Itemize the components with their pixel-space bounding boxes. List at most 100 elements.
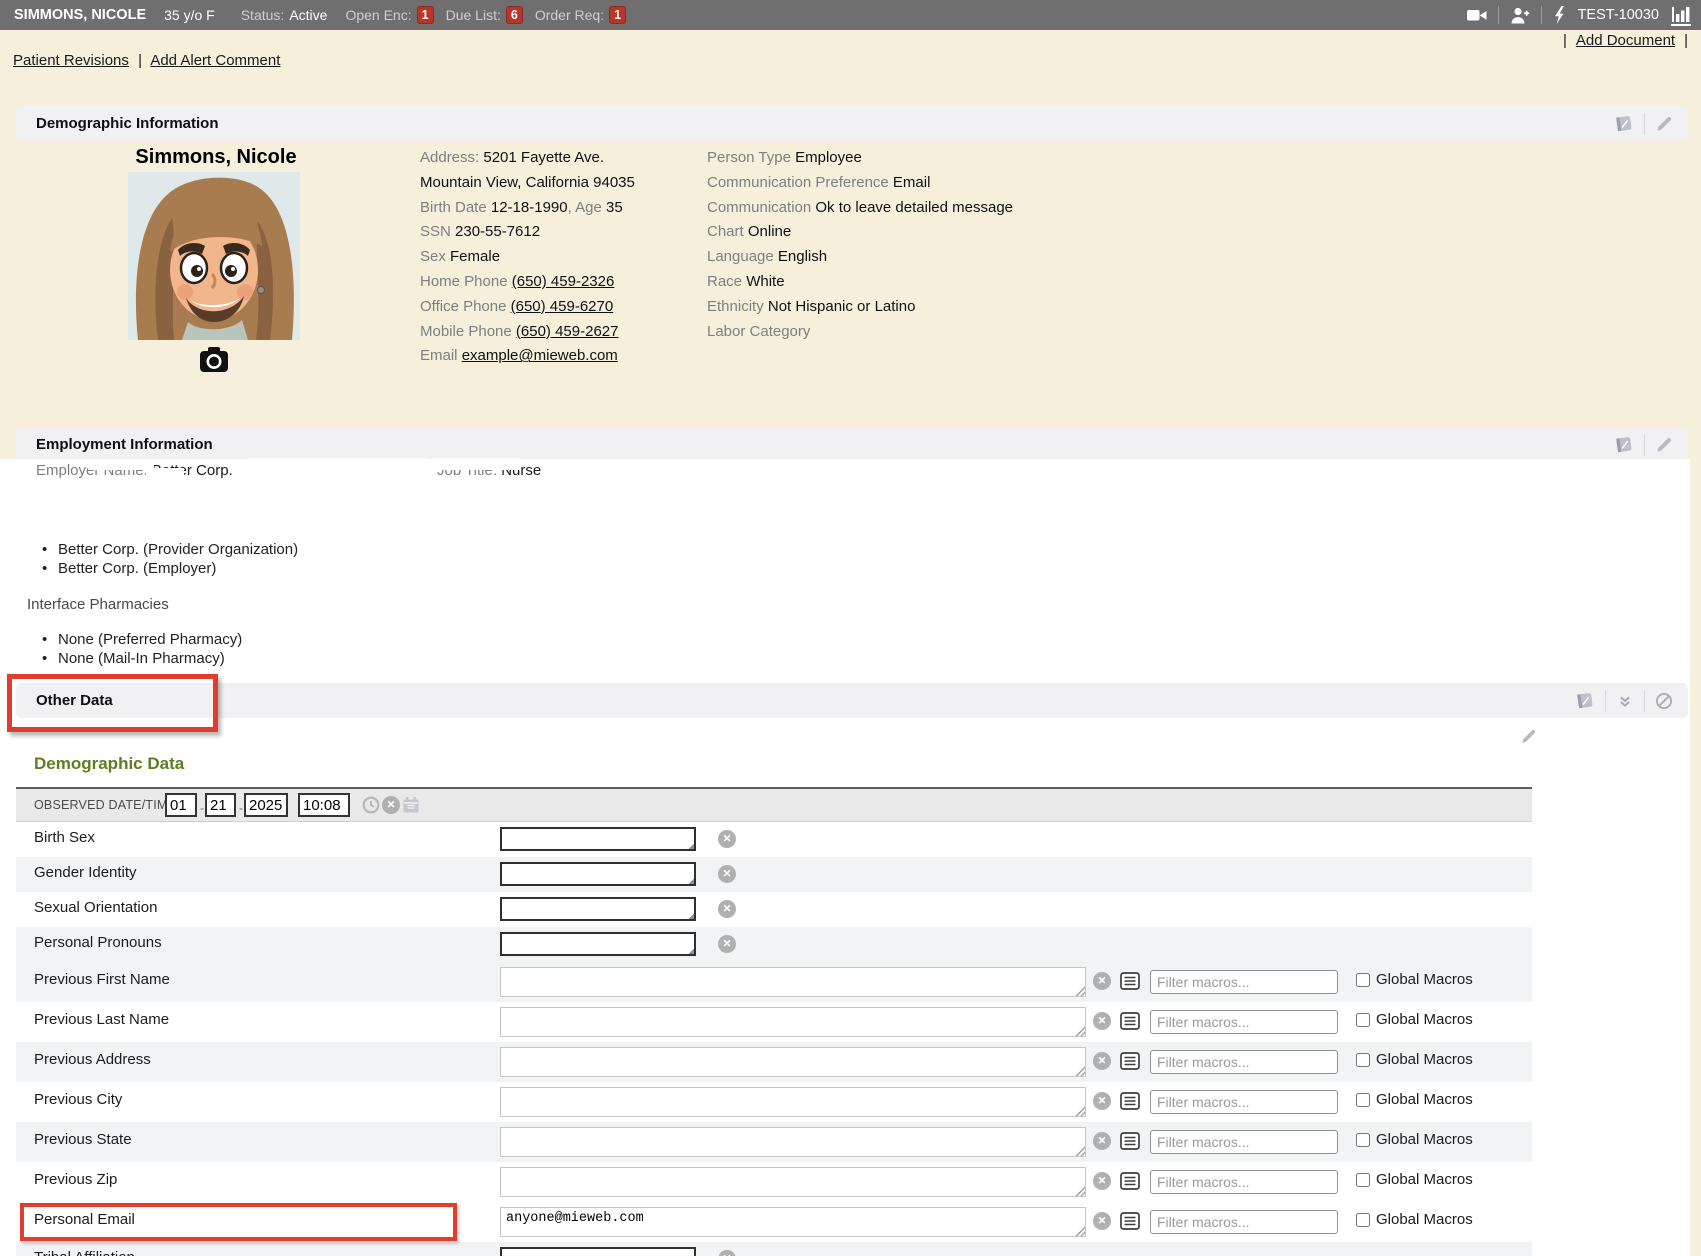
macro-list-icon[interactable] <box>1120 1092 1140 1110</box>
clear-field-icon[interactable]: ✕ <box>718 1250 736 1256</box>
personal-pronouns-input[interactable] <box>500 932 696 956</box>
clear-field-icon[interactable]: ✕ <box>718 830 736 848</box>
pharmacy-list: None (Preferred Pharmacy)None (Mail-In P… <box>40 630 242 668</box>
info-label: Language <box>707 248 778 265</box>
info-link[interactable]: (650) 459-2627 <box>516 323 619 340</box>
edit-pencil-icon[interactable] <box>1519 727 1538 746</box>
filter-macros-input[interactable] <box>1150 1130 1338 1154</box>
organization-list: Better Corp. (Provider Organization)Bett… <box>40 540 298 578</box>
info-link[interactable]: example@mieweb.com <box>462 347 618 364</box>
macro-list-icon[interactable] <box>1120 972 1140 990</box>
filter-macros-input[interactable] <box>1150 1050 1338 1074</box>
filter-macros-input[interactable] <box>1150 1210 1338 1234</box>
personal-email-textarea[interactable] <box>500 1207 1086 1237</box>
info-value: Online <box>748 223 791 240</box>
clear-field-icon[interactable]: ✕ <box>718 900 736 918</box>
interface-pharmacies-heading: Interface Pharmacies <box>27 596 169 613</box>
macro-list-icon[interactable] <box>1120 1132 1140 1150</box>
chart-id: TEST-10030 <box>1578 7 1659 23</box>
observed-month-input[interactable] <box>165 793 197 817</box>
journal-icon[interactable] <box>1613 113 1635 135</box>
previous-state-textarea[interactable] <box>500 1127 1086 1157</box>
previous-city-textarea[interactable] <box>500 1087 1086 1117</box>
tribal-affiliation-input[interactable] <box>500 1247 696 1256</box>
take-photo-camera-icon[interactable] <box>199 346 229 373</box>
clear-field-icon[interactable]: ✕ <box>718 935 736 953</box>
info-link[interactable]: (650) 459-6270 <box>511 298 614 315</box>
clear-field-icon[interactable]: ✕ <box>718 865 736 883</box>
birth-sex-input[interactable] <box>500 827 696 851</box>
clear-field-icon[interactable]: ✕ <box>1093 1172 1111 1190</box>
global-macros-checkbox[interactable] <box>1356 973 1370 987</box>
field-label: Sexual Orientation <box>34 899 157 916</box>
global-macros-checkbox[interactable] <box>1356 1053 1370 1067</box>
previous-last-name-textarea[interactable] <box>500 1007 1086 1037</box>
edit-pencil-icon[interactable] <box>1654 114 1674 134</box>
flowsheet-chart-icon[interactable] <box>1671 5 1691 26</box>
macro-list-icon[interactable] <box>1120 1172 1140 1190</box>
observed-day-input[interactable] <box>205 793 236 817</box>
edit-pencil-icon[interactable] <box>1654 435 1674 455</box>
time-now-clock-icon[interactable] <box>362 796 380 814</box>
info-line: Race White <box>707 270 1013 295</box>
sexual-orientation-input[interactable] <box>500 897 696 921</box>
quick-action-bolt-icon[interactable] <box>1552 5 1566 25</box>
journal-icon[interactable] <box>1613 434 1635 456</box>
info-line: Address: 5201 Fayette Ave. <box>420 146 635 171</box>
clear-field-icon[interactable]: ✕ <box>1093 972 1111 990</box>
patient-revisions-link[interactable]: Patient Revisions <box>13 52 129 69</box>
global-macros-control: Global Macros <box>1356 1011 1473 1028</box>
clear-field-icon[interactable]: ✕ <box>1093 1012 1111 1030</box>
macro-list-icon[interactable] <box>1120 1212 1140 1230</box>
global-macros-checkbox[interactable] <box>1356 1093 1370 1107</box>
open-enc-badge[interactable]: 1 <box>417 6 434 24</box>
add-alert-comment-link[interactable]: Add Alert Comment <box>150 52 280 69</box>
info-line: Communication Ok to leave detailed messa… <box>707 196 1013 221</box>
status-label: Status: <box>241 7 285 23</box>
icon-separator <box>1644 690 1645 712</box>
due-list-badge[interactable]: 6 <box>506 6 523 24</box>
patient-photo[interactable] <box>128 172 300 340</box>
field-row-previous-state: Previous State✕Global Macros <box>16 1122 1532 1162</box>
filter-macros-input[interactable] <box>1150 970 1338 994</box>
toolbar-separator <box>1541 6 1542 24</box>
info-label: Ethnicity <box>707 298 768 315</box>
clear-field-icon[interactable]: ✕ <box>1093 1132 1111 1150</box>
filter-macros-input[interactable] <box>1150 1010 1338 1034</box>
info-label: , Age <box>568 199 606 216</box>
previous-zip-textarea[interactable] <box>500 1167 1086 1197</box>
journal-icon[interactable] <box>1574 690 1596 712</box>
filter-macros-input[interactable] <box>1150 1170 1338 1194</box>
clear-datetime-icon[interactable]: ✕ <box>382 796 400 814</box>
global-macros-checkbox[interactable] <box>1356 1013 1370 1027</box>
demographic-information-header[interactable]: Demographic Information <box>16 106 1688 141</box>
employment-information-header[interactable]: Employment Information <box>16 427 1688 462</box>
clear-field-icon[interactable]: ✕ <box>1093 1092 1111 1110</box>
collapse-chevrons-icon[interactable] <box>1615 691 1635 711</box>
macro-list-icon[interactable] <box>1120 1052 1140 1070</box>
disable-icon[interactable] <box>1654 691 1674 711</box>
calendar-icon[interactable] <box>402 796 420 814</box>
observed-year-input[interactable] <box>244 793 288 817</box>
clear-field-icon[interactable]: ✕ <box>1093 1052 1111 1070</box>
previous-address-textarea[interactable] <box>500 1047 1086 1077</box>
observed-time-input[interactable] <box>298 793 350 817</box>
status-value: Active <box>289 7 327 23</box>
macro-list-icon[interactable] <box>1120 1012 1140 1030</box>
global-macros-checkbox[interactable] <box>1356 1173 1370 1187</box>
add-document-link[interactable]: Add Document <box>1576 32 1675 49</box>
filter-macros-input[interactable] <box>1150 1090 1338 1114</box>
add-person-icon[interactable] <box>1509 5 1531 25</box>
previous-first-name-textarea[interactable] <box>500 967 1086 997</box>
clear-field-icon[interactable]: ✕ <box>1093 1212 1111 1230</box>
order-req-badge[interactable]: 1 <box>609 6 626 24</box>
global-macros-checkbox[interactable] <box>1356 1133 1370 1147</box>
other-data-header[interactable]: Other Data <box>16 683 1688 718</box>
info-label: Communication Preference <box>707 174 893 191</box>
separator: | <box>138 52 142 69</box>
info-link[interactable]: (650) 459-2326 <box>512 273 615 290</box>
gender-identity-input[interactable] <box>500 862 696 886</box>
video-call-icon[interactable] <box>1466 5 1488 25</box>
global-macros-checkbox[interactable] <box>1356 1213 1370 1227</box>
patient-header-bar: SIMMONS, NICOLE 35 y/o F Status: Active … <box>0 0 1701 30</box>
